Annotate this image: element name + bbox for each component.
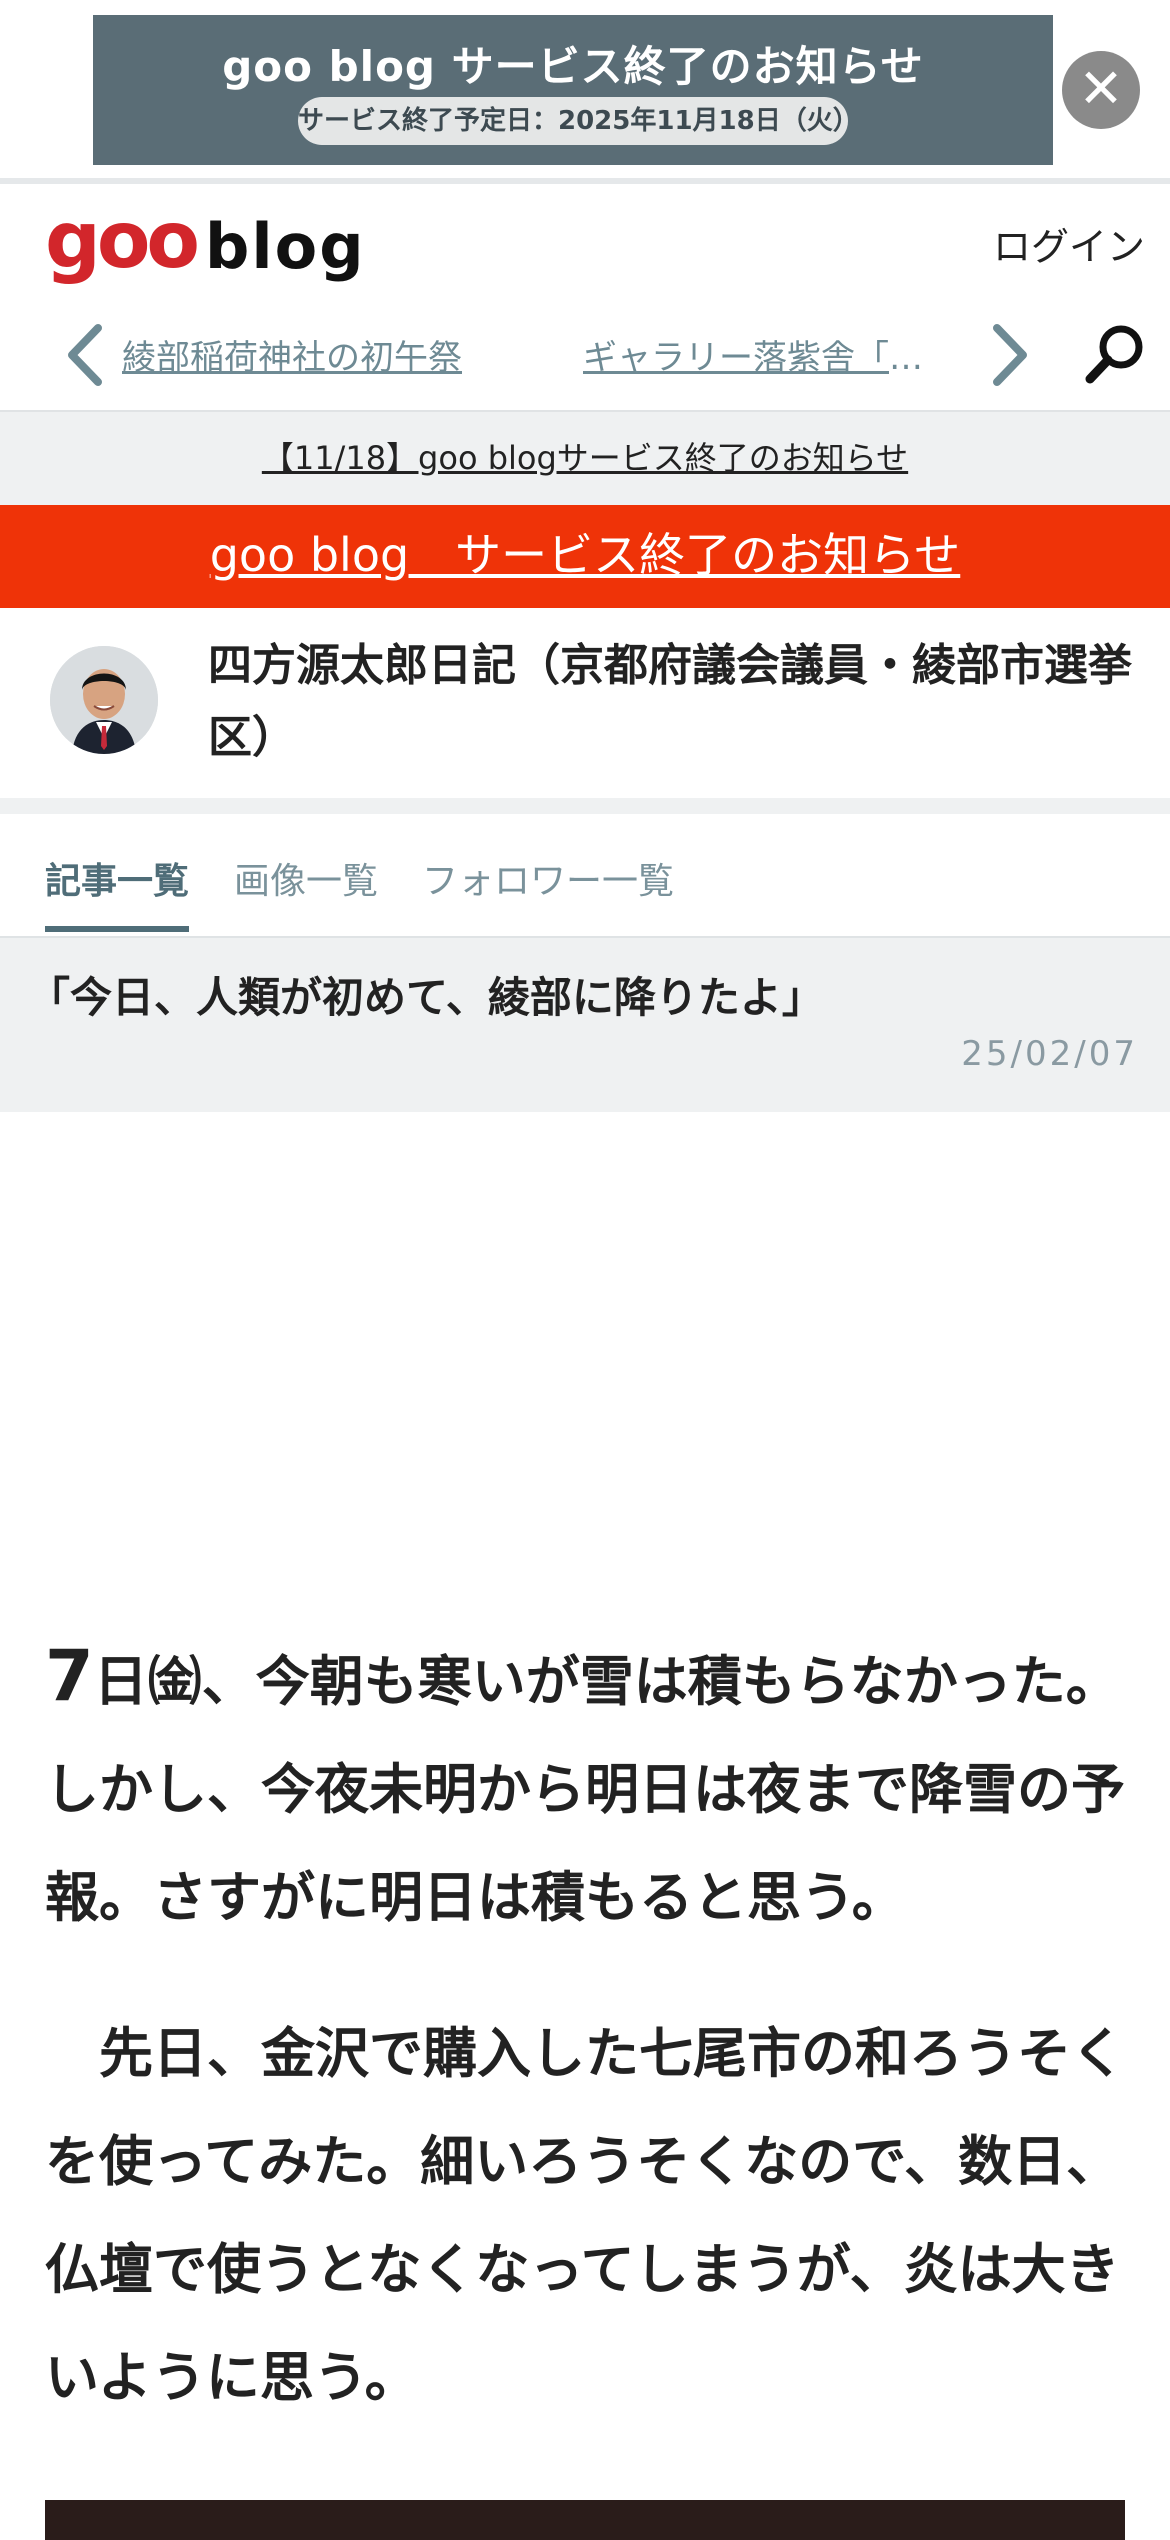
chevron-left-icon[interactable]	[60, 320, 110, 390]
notice-red-text: goo blog サービス終了のお知らせ	[209, 528, 961, 582]
logo-blog: blog	[205, 210, 366, 283]
profile-photo	[50, 646, 158, 754]
service-end-notice-link[interactable]: 【11/18】goo blogサービス終了のお知らせ	[0, 410, 1170, 505]
active-tab-indicator	[45, 926, 189, 932]
article-nav: 綾部稲荷神社の初午祭 ギャラリー落紫舎「名…	[0, 304, 1170, 404]
tab-articles[interactable]: 記事一覧	[45, 852, 189, 904]
avatar[interactable]	[50, 646, 158, 754]
service-end-banner[interactable]: goo blog サービス終了のお知らせ サービス終了予定日：2025年11月1…	[0, 0, 1170, 180]
prev-article-link[interactable]: 綾部稲荷神社の初午祭	[122, 330, 502, 379]
banner-image[interactable]: goo blog サービス終了のお知らせ サービス終了予定日：2025年11月1…	[93, 15, 1053, 165]
blog-header: 四方源太郎日記（京都府議会議員・綾部市選挙区）	[0, 608, 1170, 798]
article-body: 7日㈮、今朝も寒いが雪は積もらなかった。しかし、今夜未明から明日は夜まで降雪の予…	[45, 1622, 1135, 2480]
article-photo[interactable]	[45, 2500, 1125, 2540]
next-article-link[interactable]: ギャラリー落紫舎「名…	[583, 330, 953, 379]
tab-images[interactable]: 画像一覧	[234, 852, 378, 904]
day-number: 7	[45, 1635, 94, 1717]
banner-title: goo blog サービス終了のお知らせ	[222, 42, 924, 91]
blog-title[interactable]: 四方源太郎日記（京都府議会議員・綾部市選挙区）	[208, 630, 1138, 774]
login-link[interactable]: ログイン	[993, 216, 1145, 271]
paragraph-text: 日㈮、今朝も寒いが雪は積もらなかった。しかし、今夜未明から明日は夜まで降雪の予報…	[45, 1650, 1125, 1929]
banner-date-pill: サービス終了予定日：2025年11月18日（火）	[298, 97, 859, 145]
logo-goo: goo	[45, 196, 200, 286]
article-paragraph: 先日、金沢で購入した七尾市の和ろうそくを使ってみた。細いろうそくなので、数日、仏…	[45, 2022, 1125, 2409]
tab-followers[interactable]: フォロワー一覧	[422, 852, 674, 904]
article-title: 「今日、人類が初めて、綾部に降りたよ」	[28, 973, 824, 1022]
search-icon[interactable]	[1083, 321, 1149, 387]
article-header: 「今日、人類が初めて、綾部に降りたよ」 25/02/07	[0, 938, 1170, 1112]
blog-tabs: 記事一覧 画像一覧 フォロワー一覧	[0, 814, 1170, 938]
close-icon[interactable]: ✕	[1062, 51, 1140, 129]
article-paragraph: 7日㈮、今朝も寒いが雪は積もらなかった。しかし、今夜未明から明日は夜まで降雪の予…	[45, 1622, 1135, 1952]
service-end-notice-bar[interactable]: goo blog サービス終了のお知らせ	[0, 505, 1170, 608]
site-header: goo blog ログイン 綾部稲荷神社の初午祭 ギャラリー落紫舎「名…	[0, 184, 1170, 410]
chevron-right-icon[interactable]	[985, 320, 1035, 390]
article-date: 25/02/07	[961, 1034, 1138, 1074]
notice-gray-text: 【11/18】goo blogサービス終了のお知らせ	[261, 439, 909, 477]
divider	[0, 798, 1170, 814]
